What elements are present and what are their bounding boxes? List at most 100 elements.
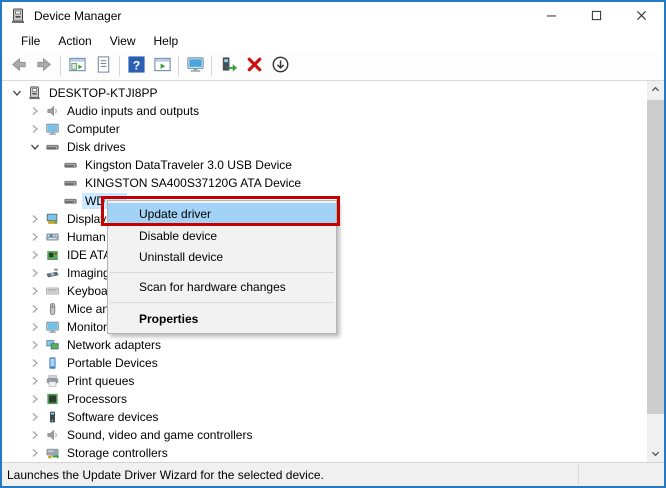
- menu-separator: [110, 272, 334, 273]
- disk-drive-icon: [62, 157, 78, 173]
- software-device-icon: [44, 409, 60, 425]
- chevron-collapsed-icon[interactable]: [26, 318, 44, 336]
- context-menu-item-disable-device[interactable]: Disable device: [108, 226, 336, 247]
- uninstall-x-icon: [245, 55, 264, 77]
- chevron-expanded-icon[interactable]: [26, 138, 44, 156]
- minimize-button[interactable]: [529, 2, 574, 30]
- tree-item-label: Disk drives: [64, 139, 129, 155]
- imaging-device-icon: [44, 265, 60, 281]
- chevron-collapsed-icon[interactable]: [26, 444, 44, 462]
- properties-icon: [94, 55, 113, 77]
- svg-text:?: ?: [132, 58, 140, 72]
- context-menu-item-update-driver[interactable]: Update driver: [108, 203, 336, 226]
- chevron-collapsed-icon[interactable]: [26, 336, 44, 354]
- tree-item-label: Processors: [64, 391, 130, 407]
- toolbar-separator: [178, 56, 179, 76]
- menu-file[interactable]: File: [12, 32, 49, 50]
- uninstall-device-button[interactable]: [241, 54, 267, 78]
- chevron-collapsed-icon[interactable]: [26, 264, 44, 282]
- chevron-spacer: [44, 174, 62, 192]
- forward-button[interactable]: [31, 54, 57, 78]
- chevron-collapsed-icon[interactable]: [26, 282, 44, 300]
- console-tree-icon: [68, 55, 87, 77]
- context-menu-item-scan-for-hardware-changes[interactable]: Scan for hardware changes: [108, 277, 336, 298]
- window-title: Device Manager: [34, 9, 121, 23]
- chevron-collapsed-icon[interactable]: [26, 372, 44, 390]
- tree-row-network-adapters[interactable]: Network adapters: [2, 336, 647, 354]
- tree-item-label: Sound, video and game controllers: [64, 427, 255, 443]
- tree-row-processors[interactable]: Processors: [2, 390, 647, 408]
- context-menu-item-uninstall-device[interactable]: Uninstall device: [108, 247, 336, 268]
- tree-item-label: Imaging: [64, 265, 113, 281]
- toolbar-separator: [60, 56, 61, 76]
- keyboard-icon: [44, 283, 60, 299]
- disable-device-button[interactable]: [267, 54, 293, 78]
- tree-row-computer[interactable]: Computer: [2, 120, 647, 138]
- chevron-collapsed-icon[interactable]: [26, 210, 44, 228]
- back-arrow-icon: [9, 55, 28, 77]
- menu-help[interactable]: Help: [145, 32, 188, 50]
- devices-button[interactable]: [182, 54, 208, 78]
- chevron-collapsed-icon[interactable]: [26, 408, 44, 426]
- tree-row-software-devices[interactable]: Software devices: [2, 408, 647, 426]
- chevron-spacer: [44, 192, 62, 210]
- chevron-collapsed-icon[interactable]: [26, 102, 44, 120]
- show-console-tree-button[interactable]: [64, 54, 90, 78]
- mouse-icon: [44, 301, 60, 317]
- tree-item-label: Kingston DataTraveler 3.0 USB Device: [82, 157, 295, 173]
- chevron-spacer: [44, 156, 62, 174]
- properties-button[interactable]: [90, 54, 116, 78]
- computer-monitor-icon: [186, 55, 205, 77]
- status-text: Launches the Update Driver Wizard for th…: [7, 468, 324, 482]
- forward-arrow-icon: [35, 55, 54, 77]
- device-tree-panel: DESKTOP-KTJI8PPAudio inputs and outputsC…: [2, 81, 664, 462]
- network-adapter-icon: [44, 337, 60, 353]
- menu-view[interactable]: View: [101, 32, 145, 50]
- chevron-collapsed-icon[interactable]: [26, 120, 44, 138]
- menu-action[interactable]: Action: [49, 32, 100, 50]
- tree-row-desktop-ktji8pp[interactable]: DESKTOP-KTJI8PP: [2, 84, 647, 102]
- disk-drive-icon: [62, 193, 78, 209]
- device-manager-icon: [10, 8, 26, 24]
- context-menu: Update driverDisable deviceUninstall dev…: [107, 200, 337, 334]
- tree-item-label: Portable Devices: [64, 355, 161, 371]
- tree-row-kingston-datatraveler-3-0-usb-device[interactable]: Kingston DataTraveler 3.0 USB Device: [2, 156, 647, 174]
- tree-row-audio-inputs-and-outputs[interactable]: Audio inputs and outputs: [2, 102, 647, 120]
- tree-row-storage-controllers[interactable]: Storage controllers: [2, 444, 647, 462]
- help-button[interactable]: ?: [123, 54, 149, 78]
- device-manager-window: Device Manager FileActionViewHelp ? DESK…: [0, 0, 666, 488]
- update-driver-icon: [219, 55, 238, 77]
- show-action-pane-button[interactable]: [149, 54, 175, 78]
- tree-row-kingston-sa400s37120g-ata-device[interactable]: KINGSTON SA400S37120G ATA Device: [2, 174, 647, 192]
- chevron-collapsed-icon[interactable]: [26, 246, 44, 264]
- update-driver-button[interactable]: [215, 54, 241, 78]
- hid-icon: [44, 229, 60, 245]
- close-button[interactable]: [619, 2, 664, 30]
- tree-row-disk-drives[interactable]: Disk drives: [2, 138, 647, 156]
- disk-drive-icon: [62, 175, 78, 191]
- tree-row-sound-video-and-game-controllers[interactable]: Sound, video and game controllers: [2, 426, 647, 444]
- close-icon: [636, 9, 647, 24]
- scroll-down-icon[interactable]: [647, 445, 664, 462]
- tree-row-print-queues[interactable]: Print queues: [2, 372, 647, 390]
- context-menu-item-properties[interactable]: Properties: [108, 307, 336, 331]
- chevron-collapsed-icon[interactable]: [26, 354, 44, 372]
- chevron-expanded-icon[interactable]: [8, 84, 26, 102]
- minimize-icon: [546, 9, 557, 24]
- tree-item-label: Human: [64, 229, 109, 245]
- back-button[interactable]: [5, 54, 31, 78]
- vertical-scrollbar[interactable]: [647, 81, 664, 462]
- chevron-collapsed-icon[interactable]: [26, 426, 44, 444]
- tree-item-label: Network adapters: [64, 337, 164, 353]
- processor-icon: [44, 391, 60, 407]
- maximize-button[interactable]: [574, 2, 619, 30]
- tree-item-label: Print queues: [64, 373, 137, 389]
- titlebar: Device Manager: [2, 2, 664, 30]
- scroll-up-icon[interactable]: [647, 81, 664, 98]
- tree-item-label: Software devices: [64, 409, 161, 425]
- scrollbar-thumb[interactable]: [647, 100, 664, 414]
- chevron-collapsed-icon[interactable]: [26, 390, 44, 408]
- chevron-collapsed-icon[interactable]: [26, 228, 44, 246]
- chevron-collapsed-icon[interactable]: [26, 300, 44, 318]
- tree-row-portable-devices[interactable]: Portable Devices: [2, 354, 647, 372]
